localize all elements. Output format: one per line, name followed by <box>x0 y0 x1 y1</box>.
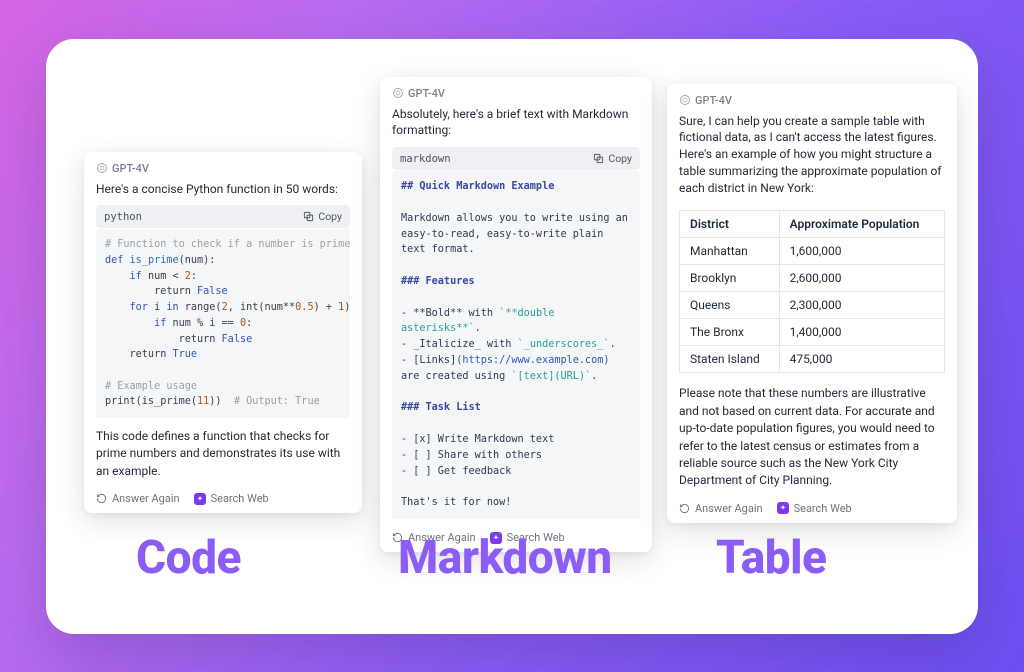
answer-again-button[interactable]: Answer Again <box>679 502 763 515</box>
model-icon <box>96 162 108 174</box>
sparkle-icon <box>194 493 206 505</box>
col-population: Approximate Population <box>779 211 944 238</box>
population-table: District Approximate Population Manhatta… <box>679 210 945 373</box>
code-block: # Function to check if a number is prime… <box>96 229 350 418</box>
section-label-table: Table <box>716 531 827 585</box>
model-name: GPT-4V <box>112 162 149 175</box>
copy-icon <box>303 211 314 222</box>
model-name: GPT-4V <box>695 94 732 107</box>
copy-label: Copy <box>608 152 632 165</box>
card-footer: Answer Again Search Web <box>679 500 945 515</box>
table-row: Queens2,300,000 <box>680 292 945 319</box>
search-web-button[interactable]: Search Web <box>194 492 269 505</box>
code-intro: Here's a concise Python function in 50 w… <box>96 181 350 198</box>
copy-button[interactable]: Copy <box>303 210 342 223</box>
model-icon <box>679 94 691 106</box>
card-header: GPT-4V <box>392 87 640 100</box>
code-toolbar: python Copy <box>96 205 350 228</box>
refresh-icon <box>679 503 690 514</box>
model-name: GPT-4V <box>408 87 445 100</box>
card-markdown: GPT-4V Absolutely, here's a brief text w… <box>380 77 652 553</box>
table-row: The Bronx1,400,000 <box>680 319 945 346</box>
search-web-button[interactable]: Search Web <box>777 502 852 515</box>
code-lang-label: python <box>104 211 142 223</box>
answer-again-button[interactable]: Answer Again <box>96 492 180 505</box>
table-outro: Please note that these numbers are illus… <box>679 385 945 489</box>
card-footer: Answer Again Search Web <box>96 490 350 505</box>
table-row: Manhattan1,600,000 <box>680 238 945 265</box>
md-toolbar: markdown Copy <box>392 147 640 170</box>
table-intro: Sure, I can help you create a sample tab… <box>679 113 945 197</box>
copy-button[interactable]: Copy <box>593 152 632 165</box>
card-table: GPT-4V Sure, I can help you create a sam… <box>667 84 957 523</box>
showcase-stage: GPT-4V Here's a concise Python function … <box>46 39 978 634</box>
card-header: GPT-4V <box>96 162 350 175</box>
refresh-icon <box>96 493 107 504</box>
copy-icon <box>593 153 604 164</box>
md-intro: Absolutely, here's a brief text with Mar… <box>392 106 640 140</box>
markdown-block: ## Quick Markdown Example Markdown allow… <box>392 171 640 519</box>
table-row: Brooklyn2,600,000 <box>680 265 945 292</box>
sparkle-icon <box>777 502 789 514</box>
code-outro: This code defines a function that checks… <box>96 428 350 480</box>
section-label-code: Code <box>136 531 241 585</box>
section-label-markdown: Markdown <box>398 531 612 585</box>
col-district: District <box>680 211 780 238</box>
card-code: GPT-4V Here's a concise Python function … <box>84 152 362 514</box>
card-header: GPT-4V <box>679 94 945 107</box>
md-lang-label: markdown <box>400 153 451 165</box>
model-icon <box>392 87 404 99</box>
copy-label: Copy <box>318 210 342 223</box>
table-row: Staten Island475,000 <box>680 346 945 373</box>
